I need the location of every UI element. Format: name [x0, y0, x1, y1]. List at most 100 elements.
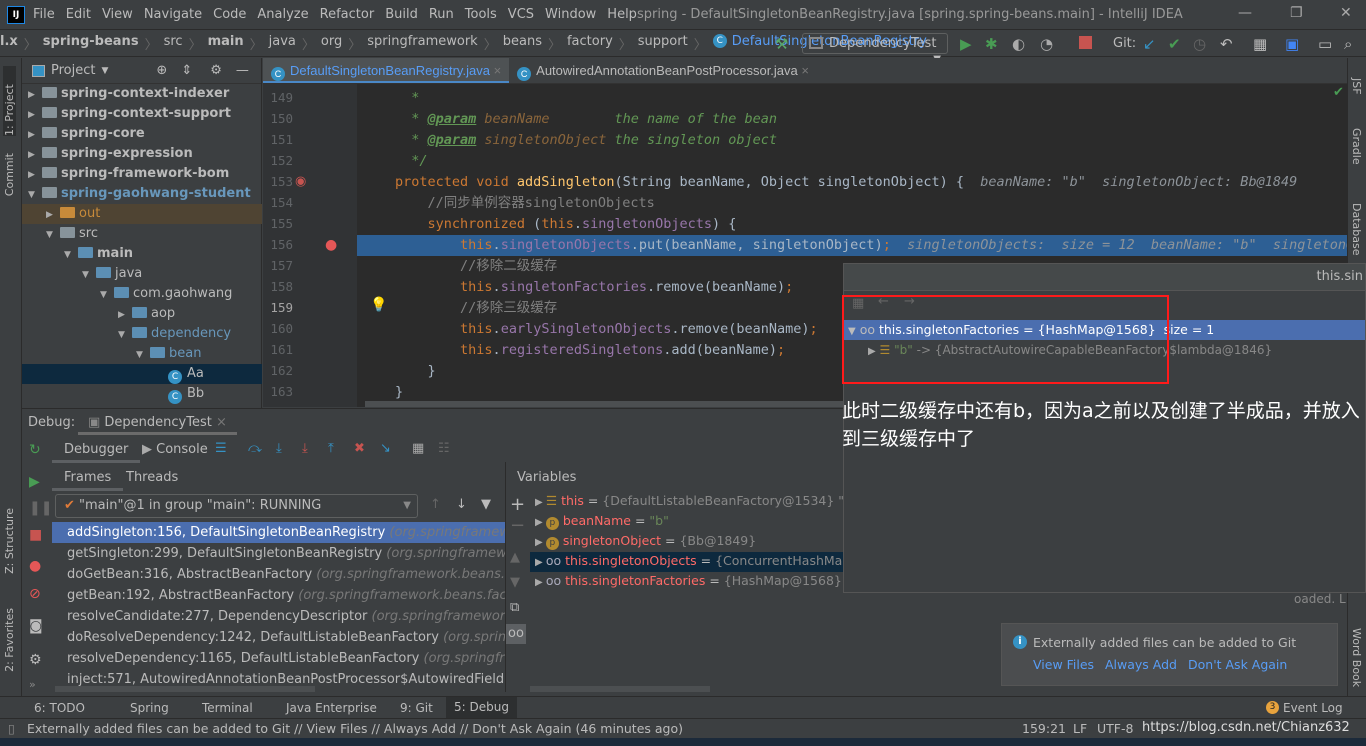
- trace-icon[interactable]: ☷: [438, 441, 450, 456]
- line-separator[interactable]: LF: [1073, 721, 1087, 736]
- filter-icon[interactable]: ▼: [481, 497, 491, 512]
- tree-item-aop[interactable]: ▶ aop: [22, 304, 262, 324]
- profile-icon[interactable]: ◔: [1040, 35, 1053, 53]
- variable-row[interactable]: ▶ ☰ this = {DefaultListableBeanFactory@1…: [535, 491, 869, 511]
- add-watch-icon[interactable]: +: [510, 494, 525, 515]
- breadcrumb-item[interactable]: l.x: [0, 34, 18, 53]
- settings-icon[interactable]: ⚙: [29, 652, 42, 668]
- menu-vcs[interactable]: VCS: [508, 7, 534, 22]
- menu-tools[interactable]: Tools: [465, 7, 497, 22]
- chevron-right-icon[interactable]: ▶: [28, 165, 42, 185]
- close-icon[interactable]: ✕: [1340, 5, 1352, 21]
- chevron-down-icon[interactable]: ▼: [136, 345, 150, 365]
- tree-item-src[interactable]: ▼ src: [22, 224, 262, 244]
- breadcrumb-item[interactable]: src: [164, 34, 183, 53]
- remove-watch-icon[interactable]: −: [510, 515, 525, 536]
- dont-ask-again-link[interactable]: Don't Ask Again: [1188, 657, 1287, 672]
- tree-item-spring-context-support[interactable]: ▶ spring-context-support: [22, 104, 262, 124]
- tab-threads[interactable]: Threads: [126, 465, 178, 491]
- rerun-icon[interactable]: ↻: [29, 442, 41, 458]
- chevron-down-icon[interactable]: ▼: [82, 265, 96, 285]
- translate-icon[interactable]: ▣: [1285, 35, 1299, 53]
- git-update-icon[interactable]: ↙: [1143, 35, 1156, 53]
- run-to-cursor-icon[interactable]: ↘: [380, 441, 391, 456]
- more-icon[interactable]: »: [29, 678, 36, 691]
- intention-bulb-icon[interactable]: 💡: [370, 297, 387, 313]
- breadcrumb-item[interactable]: main: [208, 34, 244, 53]
- breakpoint-icon[interactable]: ●: [325, 237, 337, 253]
- tree-item-spring-context-indexer[interactable]: ▶ spring-context-indexer: [22, 84, 262, 104]
- stack-frame[interactable]: getBean:192, AbstractBeanFactory (org.sp…: [67, 585, 505, 606]
- hide-icon[interactable]: —: [236, 63, 249, 78]
- close-tab-icon[interactable]: ×: [801, 63, 809, 78]
- file-encoding[interactable]: UTF-8: [1097, 721, 1133, 736]
- pause-icon[interactable]: ❚❚: [29, 500, 52, 516]
- menu-code[interactable]: Code: [213, 7, 246, 22]
- menu-help[interactable]: Help: [607, 7, 637, 22]
- show-watches-icon[interactable]: oo: [506, 624, 526, 644]
- menu-build[interactable]: Build: [385, 7, 418, 22]
- chevron-down-icon[interactable]: ▼: [46, 225, 60, 245]
- expand-arrow-icon[interactable]: ▶: [535, 577, 546, 588]
- expand-arrow-icon[interactable]: ▶: [535, 517, 546, 528]
- run-icon[interactable]: ▶: [960, 35, 972, 53]
- tab-debugger[interactable]: Debugger: [52, 436, 141, 463]
- variables-scrollbar[interactable]: [530, 686, 710, 692]
- tool-tab-commit[interactable]: Commit: [3, 153, 16, 196]
- chevron-right-icon[interactable]: ▶: [28, 105, 42, 125]
- debug-icon[interactable]: ✱: [985, 35, 998, 53]
- move-up-icon[interactable]: ▲: [510, 550, 520, 565]
- evaluate-expression-icon[interactable]: ▦: [412, 441, 424, 456]
- tool-todo[interactable]: 6: TODO: [34, 701, 85, 715]
- menu-file[interactable]: File: [33, 7, 55, 22]
- tree-item-bean[interactable]: ▼ bean: [22, 344, 262, 364]
- resume-icon[interactable]: ▶: [29, 474, 40, 490]
- tool-tab-project[interactable]: 1: Project: [3, 66, 16, 136]
- stack-frame[interactable]: doGetBean:316, AbstractBeanFactory (org.…: [67, 564, 505, 585]
- breadcrumb-item[interactable]: spring-beans: [43, 34, 139, 53]
- chevron-right-icon[interactable]: ▶: [46, 205, 60, 225]
- tree-item-main[interactable]: ▼ main: [22, 244, 262, 264]
- breadcrumb-item[interactable]: org: [321, 34, 342, 53]
- menu-navigate[interactable]: Navigate: [144, 7, 202, 22]
- chevron-right-icon[interactable]: ▶: [28, 85, 42, 105]
- tab-frames[interactable]: Frames: [52, 465, 124, 491]
- tree-item-com-gaohwang[interactable]: ▼ com.gaohwang: [22, 284, 262, 304]
- tree-item-spring-framework-bom[interactable]: ▶ spring-framework-bom: [22, 164, 262, 184]
- stack-frame[interactable]: resolveCandidate:277, DependencyDescript…: [67, 606, 505, 627]
- caret-position[interactable]: 159:21: [1022, 721, 1066, 736]
- tool-debug[interactable]: 5: Debug: [446, 697, 517, 718]
- tab-console[interactable]: ▶ Console: [142, 436, 208, 463]
- frames-scrollbar[interactable]: [55, 686, 315, 692]
- tool-tab-gradle[interactable]: Gradle: [1350, 128, 1363, 165]
- editor-horizontal-scrollbar[interactable]: [365, 401, 845, 407]
- git-commit-icon[interactable]: ✔: [1168, 35, 1181, 53]
- chevron-down-icon[interactable]: ▼: [28, 185, 42, 205]
- project-view-dropdown[interactable]: Project: [51, 63, 95, 78]
- stack-frame[interactable]: doResolveDependency:1242, DefaultListabl…: [67, 627, 505, 648]
- tool-event-log[interactable]: Event Log: [1283, 701, 1343, 715]
- tree-item-aa[interactable]: C Aa: [22, 364, 262, 384]
- locate-icon[interactable]: ⊕: [156, 63, 167, 78]
- mute-breakpoints-icon[interactable]: ⊘: [29, 586, 41, 602]
- tree-item-bb[interactable]: C Bb: [22, 384, 262, 404]
- tree-item-spring-expression[interactable]: ▶ spring-expression: [22, 144, 262, 164]
- always-add-link[interactable]: Always Add: [1105, 657, 1177, 672]
- variable-row[interactable]: ▶ oo this.singletonFactories = {HashMap@…: [535, 571, 870, 591]
- step-into-icon[interactable]: ⤓: [276, 441, 282, 456]
- breadcrumb-item[interactable]: java: [269, 34, 296, 53]
- tree-item-dependency[interactable]: ▼ dependency: [22, 324, 262, 344]
- menu-run[interactable]: Run: [429, 7, 454, 22]
- force-step-into-icon[interactable]: ⤓: [302, 441, 308, 456]
- menu-window[interactable]: Window: [545, 7, 596, 22]
- tool-tab-database[interactable]: Database: [1350, 203, 1363, 256]
- project-structure-icon[interactable]: ▦: [1253, 35, 1267, 53]
- git-history-icon[interactable]: ◷: [1193, 35, 1206, 53]
- stack-frame[interactable]: resolveDependency:1165, DefaultListableB…: [67, 648, 505, 669]
- tool-tab-favorites[interactable]: 2: Favorites: [3, 608, 16, 672]
- tree-item-java[interactable]: ▼ java: [22, 264, 262, 284]
- breadcrumb-item[interactable]: beans: [503, 34, 542, 53]
- previous-frame-icon[interactable]: ↑: [430, 497, 441, 512]
- variable-row[interactable]: ▶ p singletonObject = {Bb@1849}: [535, 531, 756, 551]
- close-tab-icon[interactable]: ×: [494, 63, 502, 78]
